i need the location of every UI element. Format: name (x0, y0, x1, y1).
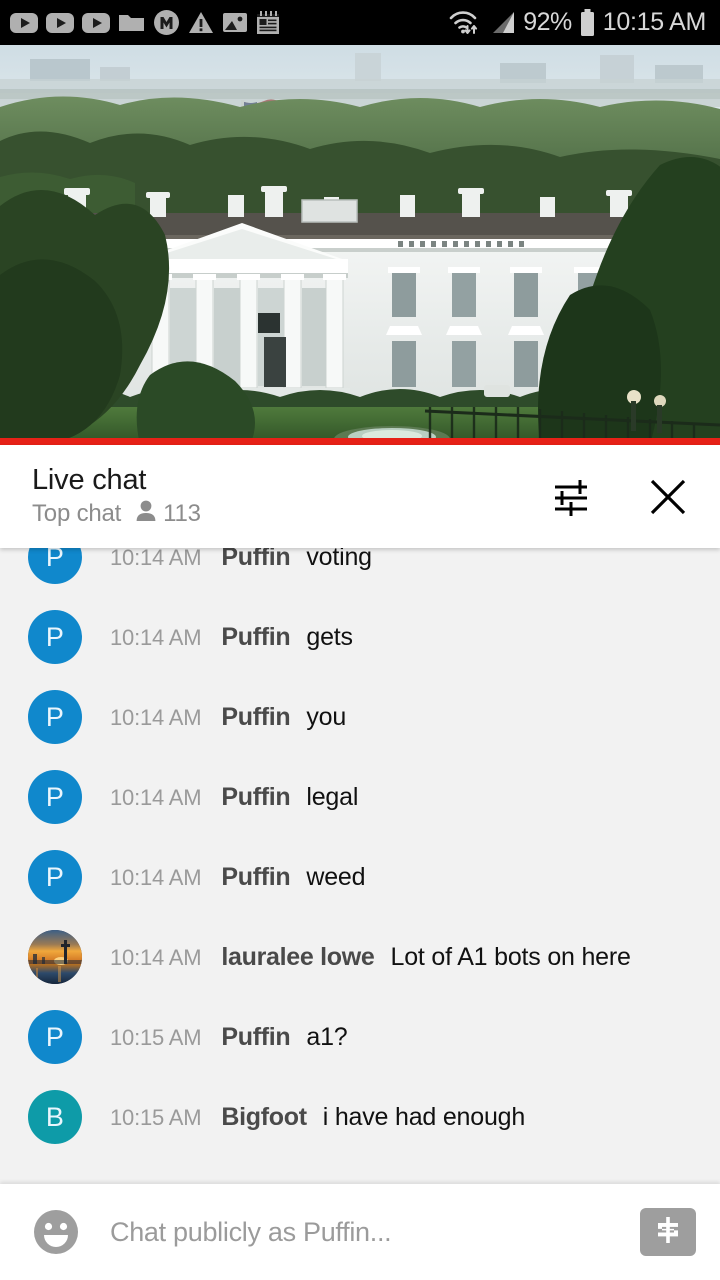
avatar-initial: P (45, 781, 65, 812)
viewer-count-label: 113 (163, 499, 201, 527)
avatar[interactable]: B (28, 1090, 82, 1144)
chat-message-row[interactable]: P 10:14 AM Puffin voting (0, 548, 720, 597)
status-bar: 92% 10:15 AM (0, 0, 720, 45)
message-timestamp: 10:14 AM (110, 624, 202, 650)
message-content: 10:14 AM Puffin legal (110, 783, 358, 812)
image-icon (222, 11, 248, 34)
avatar-initial: P (45, 1021, 65, 1052)
avatar-photo-sunset (28, 930, 82, 984)
message-text: weed (306, 862, 366, 891)
message-content: 10:14 AM lauralee lowe Lot of A1 bots on… (110, 943, 631, 972)
message-timestamp: 10:14 AM (110, 864, 202, 890)
message-author[interactable]: Puffin (221, 783, 290, 812)
video-player[interactable] (0, 45, 720, 445)
chat-message-row[interactable]: P 10:15 AM Puffin a1? (0, 997, 720, 1077)
message-timestamp: 10:14 AM (110, 704, 202, 730)
status-bar-clock: 10:15 AM (602, 8, 707, 36)
m-circle-icon (153, 9, 180, 36)
chat-subtitle-row: Top chat 113 (32, 499, 201, 528)
chat-header-actions (548, 473, 692, 521)
message-author[interactable]: Puffin (221, 623, 290, 652)
chat-input-bar (0, 1184, 720, 1280)
avatar-initial: P (45, 548, 65, 572)
message-timestamp: 10:15 AM (110, 1104, 202, 1130)
notepad-icon (256, 10, 280, 35)
video-progress-track[interactable] (0, 438, 720, 445)
avatar[interactable]: P (28, 850, 82, 904)
message-content: 10:15 AM Puffin a1? (110, 1023, 348, 1052)
superchat-button[interactable] (640, 1208, 696, 1256)
message-content: 10:14 AM Puffin gets (110, 623, 353, 652)
message-content: 10:14 AM Puffin voting (110, 548, 372, 572)
status-bar-system-icons: 92% 10:15 AM (448, 8, 706, 37)
avatar-initial: P (45, 701, 65, 732)
message-text: a1? (306, 1022, 348, 1051)
chat-message-row[interactable]: P 10:14 AM Puffin weed (0, 837, 720, 917)
message-author[interactable]: Puffin (221, 1023, 290, 1052)
page-title: Live chat (32, 463, 147, 496)
cellular-signal-icon (488, 10, 516, 35)
message-content: 10:14 AM Puffin you (110, 703, 346, 732)
chat-message-row[interactable]: 10:14 AM lauralee lowe Lot of A1 bots on… (0, 917, 720, 997)
warning-triangle-icon (188, 11, 214, 35)
status-bar-notification-icons (10, 9, 280, 36)
close-x-icon[interactable] (644, 473, 692, 521)
chat-message-row[interactable]: B 10:15 AM Bigfoot i have had enough (0, 1077, 720, 1157)
message-text: i have had enough (322, 1102, 526, 1131)
message-timestamp: 10:14 AM (110, 944, 202, 970)
chat-input[interactable] (110, 1216, 626, 1248)
message-text: you (306, 702, 347, 731)
message-timestamp: 10:15 AM (110, 1024, 202, 1050)
wifi-transfer-icon (448, 9, 481, 36)
avatar-initial: P (45, 861, 65, 892)
live-chat-message-list[interactable]: P 10:14 AM Puffin voting P 10:14 AM Puff… (0, 548, 720, 1184)
youtube-play-icon (46, 12, 74, 33)
video-frame-whitehouse (0, 45, 720, 445)
video-progress-fill (0, 438, 720, 445)
youtube-play-icon (82, 12, 110, 33)
avatar[interactable] (28, 930, 82, 984)
dollar-sign-icon (652, 1214, 684, 1251)
chat-message-row[interactable]: P 10:14 AM Puffin you (0, 677, 720, 757)
message-author[interactable]: lauralee lowe (221, 943, 374, 972)
person-icon (135, 499, 157, 528)
avatar[interactable]: P (28, 1010, 82, 1064)
message-author[interactable]: Puffin (221, 548, 290, 572)
message-timestamp: 10:14 AM (110, 784, 202, 810)
message-author[interactable]: Puffin (221, 703, 290, 732)
battery-icon (579, 8, 596, 37)
viewer-count: 113 (135, 499, 201, 528)
message-text: Lot of A1 bots on here (390, 942, 631, 971)
folder-icon (118, 11, 145, 34)
message-timestamp: 10:14 AM (110, 548, 202, 570)
message-author[interactable]: Bigfoot (221, 1103, 307, 1132)
avatar[interactable]: P (28, 548, 82, 584)
live-chat-header: Live chat Top chat 113 (0, 445, 720, 548)
avatar[interactable]: P (28, 690, 82, 744)
tune-sliders-icon[interactable] (548, 473, 596, 521)
battery-percent-label: 92% (523, 8, 572, 36)
message-content: 10:15 AM Bigfoot i have had enough (110, 1103, 525, 1132)
emoji-smiley-icon[interactable] (28, 1204, 84, 1260)
avatar-initial: B (45, 1101, 65, 1132)
message-content: 10:14 AM Puffin weed (110, 862, 366, 892)
chat-mode-label[interactable]: Top chat (32, 500, 121, 528)
message-author[interactable]: Puffin (221, 863, 290, 892)
chat-message-row[interactable]: P 10:14 AM Puffin gets (0, 597, 720, 677)
message-text: voting (306, 548, 372, 571)
chat-title-group: Live chat Top chat 113 (32, 463, 201, 528)
avatar[interactable]: P (28, 770, 82, 824)
message-scroll-container: P 10:14 AM Puffin voting P 10:14 AM Puff… (0, 548, 720, 1157)
message-text: legal (306, 782, 359, 811)
avatar[interactable]: P (28, 610, 82, 664)
youtube-play-icon (10, 12, 38, 33)
avatar-initial: P (45, 621, 65, 652)
message-text: gets (306, 622, 353, 651)
chat-message-row[interactable]: P 10:14 AM Puffin legal (0, 757, 720, 837)
